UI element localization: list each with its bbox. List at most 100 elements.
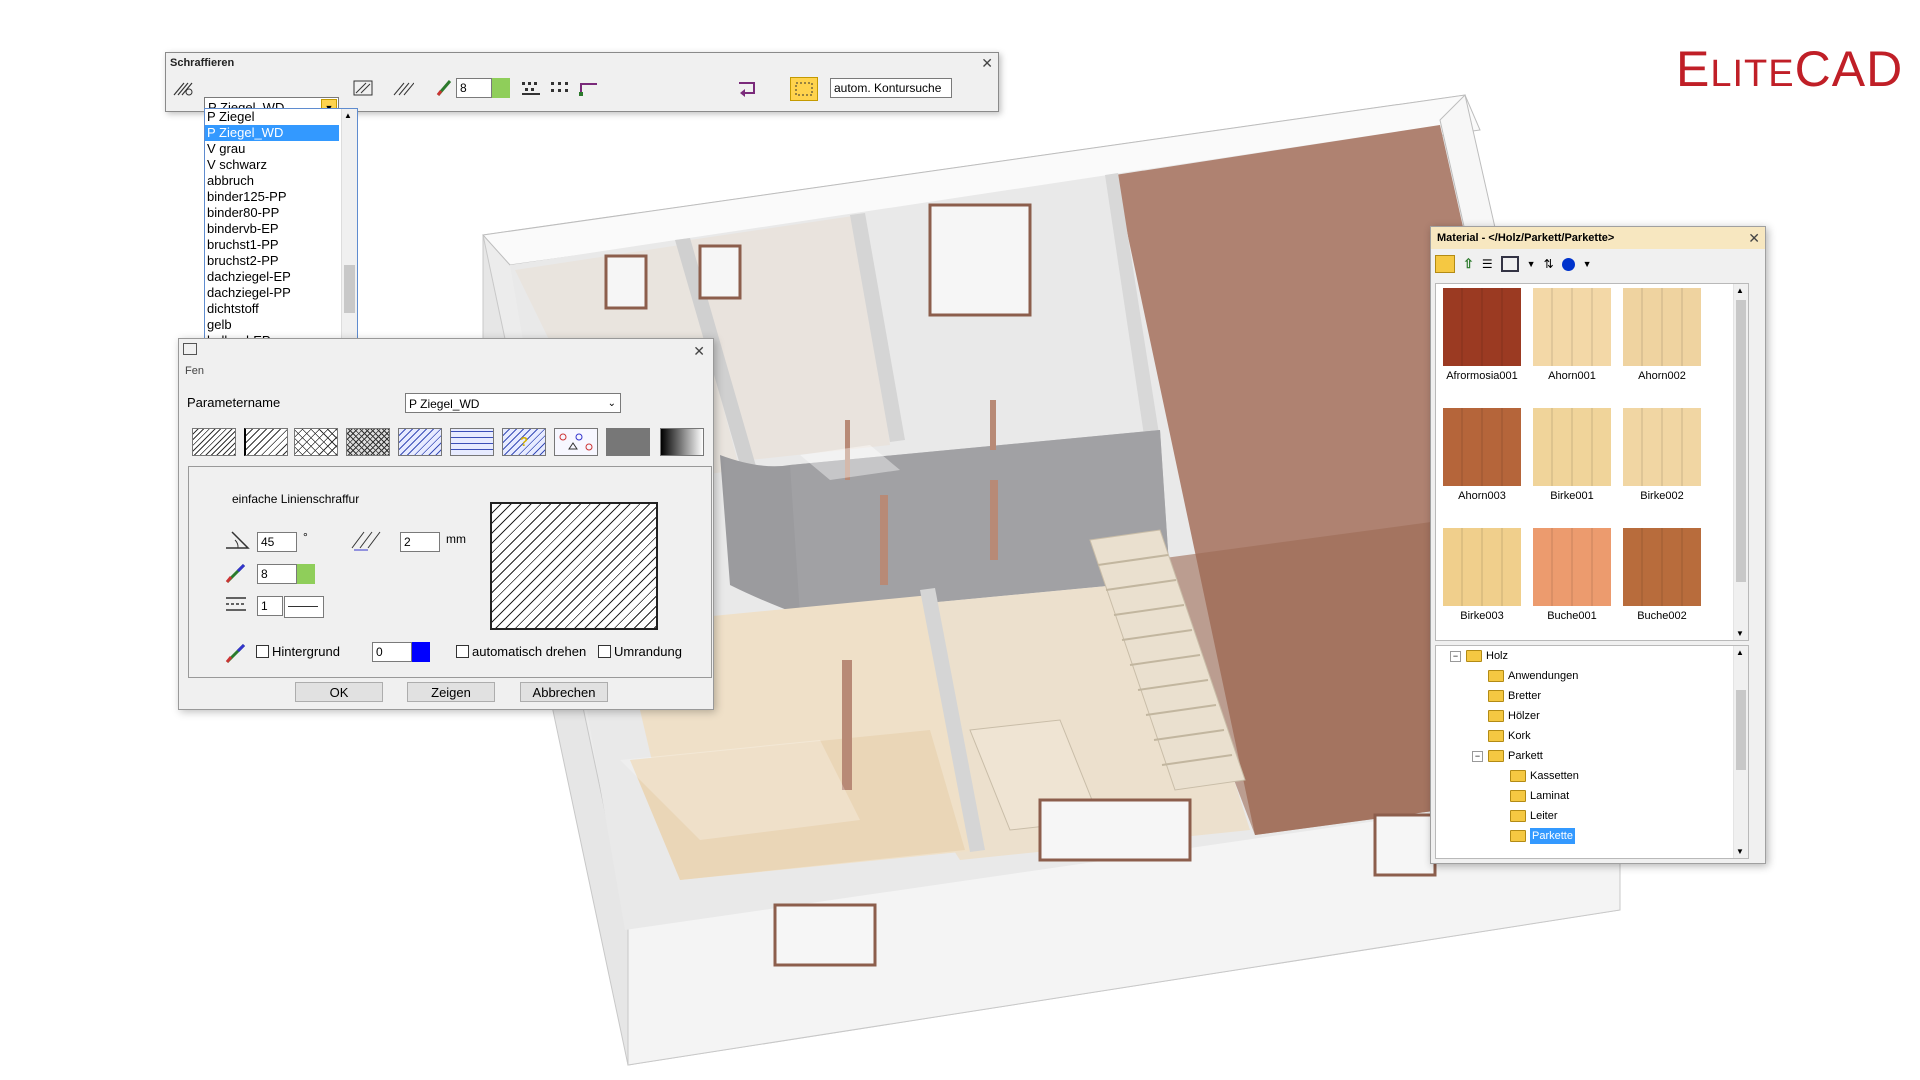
pattern-tab-blue-lines[interactable] — [398, 428, 442, 456]
pattern-tab-symbols[interactable] — [554, 428, 598, 456]
auto-rotate-checkbox[interactable]: automatisch drehen — [456, 644, 586, 659]
contour-arrow-icon[interactable] — [734, 77, 760, 99]
material-thumbnail[interactable]: Ahorn003 — [1442, 408, 1522, 502]
pen-color-swatch[interactable] — [297, 564, 315, 584]
sort-icon[interactable]: ⇅ — [1544, 257, 1554, 271]
hatch-edit-icon[interactable] — [350, 77, 376, 99]
thumbnail-scrollbar[interactable]: ▲ ▼ — [1733, 284, 1748, 640]
tree-node[interactable]: Leiter — [1510, 808, 1558, 824]
tree-node[interactable]: Kork — [1488, 728, 1531, 744]
dropdown-item[interactable]: binder80-PP — [205, 205, 339, 221]
material-thumbnail-grid[interactable]: ▲ ▼ Afrormosia001 Ahorn001 Ahorn002 Ahorn00… — [1435, 283, 1749, 641]
tree-collapse-icon[interactable]: − — [1450, 650, 1461, 662]
dropdown-item[interactable]: P Ziegel — [205, 109, 339, 125]
angle-input[interactable]: 45 — [257, 532, 297, 552]
pattern-tab-lines-alt[interactable] — [244, 428, 288, 456]
ok-button[interactable]: OK — [295, 682, 383, 702]
material-thumbnail[interactable]: Buche002 — [1622, 528, 1702, 622]
sphere-icon[interactable] — [1561, 257, 1575, 271]
material-thumbnail[interactable]: Afrormosia001 — [1442, 288, 1522, 382]
pen-input[interactable]: 8 — [257, 564, 297, 584]
dropdown-item[interactable]: dachziegel-PP — [205, 285, 339, 301]
toolbar-close-icon[interactable]: ✕ — [981, 55, 993, 72]
folder-icon — [1488, 710, 1504, 722]
material-thumbnail[interactable]: Ahorn001 — [1532, 288, 1612, 382]
auto-contour-field[interactable]: autom. Kontursuche — [830, 78, 952, 98]
param-name-combo[interactable]: P Ziegel_WD ⌄ — [405, 393, 621, 413]
open-folder-icon[interactable] — [1435, 255, 1455, 273]
linetype-input[interactable]: 1 — [257, 596, 283, 616]
scroll-down-icon[interactable]: ▼ — [1736, 847, 1744, 856]
dropdown-item[interactable]: dachziegel-EP — [205, 269, 339, 285]
pen-color-swatch[interactable] — [492, 78, 510, 98]
background-color-swatch[interactable] — [412, 642, 430, 662]
tree-scrollbar[interactable]: ▲ ▼ — [1733, 646, 1748, 858]
tree-node[interactable]: Kassetten — [1510, 768, 1579, 784]
dropdown-item[interactable]: bruchst2-PP — [205, 253, 339, 269]
material-thumbnail[interactable]: Birke002 — [1622, 408, 1702, 502]
dropdown-item[interactable]: dichtstoff — [205, 301, 339, 317]
hatch-select-icon[interactable] — [170, 77, 196, 99]
chevron-down-icon[interactable]: ⌄ — [608, 394, 616, 414]
dropdown-item[interactable]: gelb — [205, 317, 339, 333]
tree-node-label: Parkette — [1530, 828, 1575, 844]
pattern-tab-crosshatch[interactable] — [294, 428, 338, 456]
tree-collapse-icon[interactable]: − — [1472, 750, 1483, 762]
hatch-fill-icon[interactable] — [518, 77, 544, 99]
tree-node[interactable]: Parkette — [1510, 828, 1575, 844]
material-thumbnail[interactable]: Buche001 — [1532, 528, 1612, 622]
cancel-button[interactable]: Abbrechen — [520, 682, 608, 702]
material-folder-tree[interactable]: − Holz Anwendungen Bretter Hölzer Kork − Parket… — [1435, 645, 1749, 859]
pen-color-icon[interactable] — [432, 77, 458, 99]
tree-node[interactable]: Bretter — [1488, 688, 1541, 704]
material-thumbnail[interactable]: Birke001 — [1532, 408, 1612, 502]
material-thumbnail[interactable]: Birke003 — [1442, 528, 1522, 622]
scroll-thumb[interactable] — [344, 265, 355, 313]
dropdown-item[interactable]: bruchst1-PP — [205, 237, 339, 253]
view-mode-icon[interactable] — [1500, 256, 1519, 272]
show-button[interactable]: Zeigen — [407, 682, 495, 702]
scroll-thumb[interactable] — [1736, 300, 1746, 582]
dialog-close-icon[interactable]: ✕ — [693, 343, 705, 360]
background-color-input[interactable]: 0 — [372, 642, 412, 662]
pattern-tab-gradient[interactable] — [660, 428, 704, 456]
hatch-grid-icon[interactable] — [546, 77, 572, 99]
dropdown-item[interactable]: V schwarz — [205, 157, 339, 173]
linetype-picker[interactable] — [284, 596, 324, 618]
tree-node[interactable]: − Holz — [1450, 648, 1508, 664]
hatch-lines-icon[interactable] — [390, 77, 416, 99]
scroll-up-icon[interactable]: ▲ — [1736, 648, 1744, 657]
border-checkbox[interactable]: Umrandung — [598, 644, 682, 659]
tree-node[interactable]: Laminat — [1510, 788, 1569, 804]
auto-contour-icon[interactable] — [790, 77, 818, 101]
scroll-up-icon[interactable]: ▲ — [1736, 286, 1744, 295]
dropdown-item[interactable]: abbruch — [205, 173, 339, 189]
scroll-down-icon[interactable]: ▼ — [1736, 629, 1744, 638]
spacing-input[interactable]: 2 — [400, 532, 440, 552]
tree-view-icon[interactable]: ☰ — [1482, 257, 1493, 271]
scroll-thumb[interactable] — [1736, 690, 1746, 770]
up-folder-icon[interactable]: ⇧ — [1463, 256, 1474, 272]
material-thumbnail[interactable]: Ahorn002 — [1622, 288, 1702, 382]
pattern-tab-solid[interactable] — [606, 428, 650, 456]
scroll-up-icon[interactable]: ▲ — [344, 111, 352, 120]
pattern-tab-dashed[interactable] — [450, 428, 494, 456]
tree-node[interactable]: Anwendungen — [1488, 668, 1578, 684]
tree-node[interactable]: Hölzer — [1488, 708, 1540, 724]
sphere-chevron-icon[interactable]: ▼ — [1583, 259, 1592, 269]
hatch-type-label: einfache Linienschraffur — [232, 492, 360, 506]
dropdown-item[interactable]: P Ziegel_WD — [205, 125, 339, 141]
dropdown-item[interactable]: bindervb-EP — [205, 221, 339, 237]
background-checkbox[interactable]: Hintergrund — [256, 644, 340, 659]
dropdown-item[interactable]: binder125-PP — [205, 189, 339, 205]
toolbar-pen-input[interactable]: 8 — [456, 78, 492, 98]
contour-draw-icon[interactable] — [576, 77, 602, 99]
pattern-tab-dense-cross[interactable] — [346, 428, 390, 456]
pattern-tab-help[interactable]: ? — [502, 428, 546, 456]
view-mode-chevron-icon[interactable]: ▼ — [1527, 259, 1536, 269]
dropdown-item[interactable]: V grau — [205, 141, 339, 157]
tree-node[interactable]: − Parkett — [1472, 748, 1543, 764]
material-close-icon[interactable]: ✕ — [1748, 230, 1760, 247]
pattern-tab-single-lines[interactable] — [192, 428, 236, 456]
spacing-unit: mm — [446, 532, 466, 546]
